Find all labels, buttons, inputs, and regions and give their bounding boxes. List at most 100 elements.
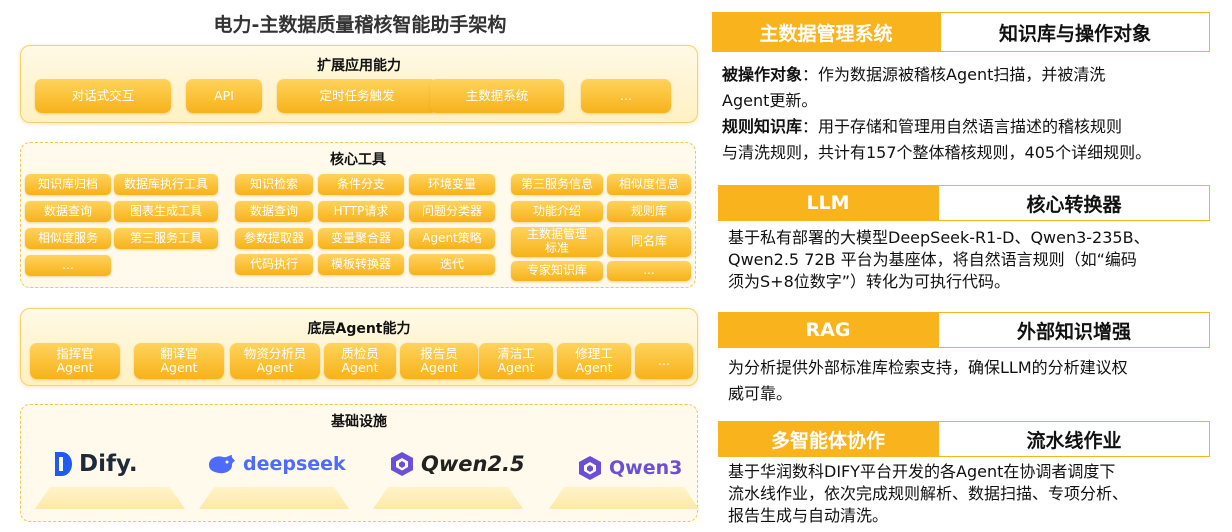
core-tool: 第三服务信息 — [511, 174, 603, 195]
section-header-mdm: 主数据管理系统 知识库与操作对象 — [712, 12, 1210, 52]
ext-item: 定时任务触发 — [277, 79, 437, 113]
core-tool: 第三服务工具 — [114, 228, 218, 249]
dify-icon — [55, 452, 72, 476]
core-tool: 相似度信息 — [607, 174, 691, 195]
agent-chip: 质检员 Agent — [324, 343, 396, 379]
core-tool: 环境变量 — [409, 174, 495, 195]
agent-role: 质检员 — [341, 345, 379, 361]
logo-pedestal — [549, 487, 699, 509]
agent-label: Agent — [256, 360, 294, 375]
logo-pedestal — [373, 487, 523, 509]
logo-pedestal — [35, 487, 185, 509]
ext-item: 主数据系统 — [430, 79, 564, 113]
section-header-left: LLM — [718, 185, 938, 221]
body-line-bold: 规则知识库 — [722, 117, 803, 136]
body-line: 与清洗规则，共计有157个整体稽核规则，405个详细规则。 — [722, 140, 1218, 166]
core-tool-two-line: 主数据管理 标准 — [511, 227, 603, 257]
core-tools-panel: 核心工具 知识库归档 数据库执行工具 数据查询 图表生成工具 相似度服务 第三服… — [20, 142, 696, 288]
body-line: 须为S+8位数字”）转化为可执行代码。 — [728, 272, 1011, 291]
body-line: 被操作对象：作为数据源被稽核Agent扫描，并被清洗 — [722, 62, 1218, 88]
agent-label: Agent — [56, 360, 94, 375]
body-line: 基于华润数科DIFY平台开发的各Agent在协调者调度下 — [728, 462, 1116, 481]
body-line: 流水线作业，依次完成规则解析、数据扫描、专项分析、 — [728, 484, 1129, 503]
section-header-right: 外部知识增强 — [938, 312, 1210, 348]
extension-panel: 扩展应用能力 对话式交互 API 定时任务触发 主数据系统 ... — [20, 45, 698, 123]
body-line-text: Agent更新。 — [722, 91, 818, 110]
body-line-text: 与清洗规则，共计有157个整体稽核规则，405个详细规则。 — [722, 143, 1152, 162]
agent-chip: 指挥官 Agent — [30, 343, 120, 379]
ext-item: ... — [581, 79, 671, 113]
section-body-rag: 为分析提供外部标准库检索支持，确保LLM的分析建议权 威可靠。 — [728, 355, 1224, 407]
section-header-right: 知识库与操作对象 — [940, 12, 1210, 52]
core-tool: 相似度服务 — [25, 228, 111, 249]
body-line: 为分析提供外部标准库检索支持，确保LLM的分析建议权 — [728, 358, 1128, 377]
body-line: 报告生成与自动清洗。 — [728, 506, 889, 525]
core-tool: 知识库归档 — [25, 174, 111, 195]
agent-chip: 报告员 Agent — [400, 343, 478, 379]
agent-chip: 翻译官 Agent — [134, 343, 224, 379]
agent-label: Agent — [497, 360, 535, 375]
agent-role: 指挥官 — [56, 345, 94, 361]
core-tool: 模板转换器 — [318, 254, 404, 275]
core-tool: 数据查询 — [235, 201, 313, 222]
section-body-multiagent: 基于华润数科DIFY平台开发的各Agent在协调者调度下 流水线作业，依次完成规… — [728, 461, 1224, 527]
agent-role: 报告员 — [420, 345, 458, 361]
core-tool: 条件分支 — [318, 174, 404, 195]
section-header-llm: LLM 核心转换器 — [718, 185, 1210, 221]
agent-label: Agent — [341, 360, 379, 375]
qwen25-logo: Qwen2.5 — [389, 451, 525, 477]
ext-item: API — [186, 79, 262, 113]
section-header-left: 多智能体协作 — [718, 421, 938, 457]
agent-label: Agent — [420, 360, 458, 375]
body-line-text: ：作为数据源被稽核Agent扫描，并被清洗 — [802, 65, 1106, 84]
extension-heading: 扩展应用能力 — [317, 58, 401, 74]
core-tool: 迭代 — [409, 254, 495, 275]
deepseek-whale-icon — [209, 455, 235, 474]
qwen3-logo: Qwen3 — [577, 455, 682, 481]
core-tool: 功能介绍 — [511, 201, 603, 222]
qwen-icon — [579, 456, 601, 480]
dify-logo: Dify. — [53, 451, 138, 477]
logo-pedestal — [199, 487, 349, 509]
agent-role: 物资分析员 — [243, 345, 307, 361]
core-tool-line: 主数据管理 — [526, 227, 587, 242]
agent-role: 修理工 — [575, 345, 613, 361]
deepseek-wordmark: deepseek — [243, 453, 346, 475]
agent-role: 翻译官 — [160, 345, 198, 361]
core-tool: 图表生成工具 — [114, 201, 218, 222]
core-tool: Agent策略 — [409, 228, 495, 249]
infrastructure-panel: 基础设施 Dify. deepseek Qwen2.5 Qwen3 — [20, 404, 699, 522]
agent-label: Agent — [575, 360, 613, 375]
core-tool: 规则库 — [607, 201, 691, 222]
agent-chip: 清洁工 Agent — [479, 343, 553, 379]
qwen25-wordmark: Qwen2.5 — [421, 452, 525, 476]
core-tool: 数据查询 — [25, 201, 111, 222]
body-line: 威可靠。 — [728, 384, 793, 403]
agent-label: Agent — [160, 360, 198, 375]
core-tool: 同名库 — [607, 227, 691, 257]
agent-role: 清洁工 — [497, 345, 535, 361]
core-tool: 参数提取器 — [235, 228, 313, 249]
body-line-text: ：用于存储和管理用自然语言描述的稽核规则 — [802, 117, 1123, 136]
body-line-bold: 被操作对象 — [722, 65, 803, 84]
core-tool: HTTP请求 — [318, 201, 404, 222]
section-body-mdm: 被操作对象：作为数据源被稽核Agent扫描，并被清洗 Agent更新。 规则知识… — [722, 62, 1218, 166]
core-tool: ... — [25, 255, 111, 276]
dify-wordmark: Dify. — [79, 451, 138, 477]
section-header-multiagent: 多智能体协作 流水线作业 — [718, 421, 1210, 457]
body-line: 基于私有部署的大模型DeepSeek-R1-D、Qwen3-235B、 — [728, 228, 1150, 247]
core-tool: ... — [607, 261, 691, 281]
section-header-left: 主数据管理系统 — [712, 12, 940, 52]
agent-chip: 修理工 Agent — [557, 343, 631, 379]
ext-item: 对话式交互 — [35, 79, 171, 113]
infrastructure-heading: 基础设施 — [331, 414, 387, 430]
agent-panel: 底层Agent能力 指挥官 Agent 翻译官 Agent 物资分析员 Agent 质… — [20, 308, 698, 386]
qwen-icon — [391, 452, 413, 476]
diagram-title: 电力-主数据质量稽核智能助手架构 — [213, 14, 507, 36]
core-tool: 专家知识库 — [511, 261, 603, 281]
core-tool: 数据库执行工具 — [114, 174, 218, 195]
core-tools-heading: 核心工具 — [330, 152, 386, 168]
core-tool: 知识检索 — [235, 174, 313, 195]
body-line: Qwen2.5 72B 平台为基座体，将自然语言规则（如“编码 — [728, 250, 1137, 269]
section-header-right: 流水线作业 — [938, 421, 1210, 457]
